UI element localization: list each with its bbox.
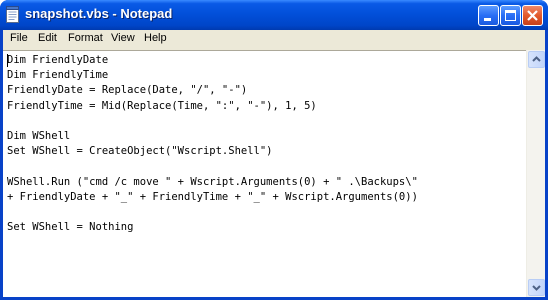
maximize-icon <box>505 10 516 21</box>
menu-view[interactable]: View <box>109 32 137 44</box>
window-title: snapshot.vbs - Notepad <box>25 6 173 21</box>
menu-format[interactable]: Format <box>66 32 105 44</box>
scroll-down-arrow-icon <box>532 285 541 291</box>
scroll-up-arrow-icon <box>532 56 541 62</box>
notepad-document-icon <box>6 6 20 23</box>
notepad-window: snapshot.vbs - Notepad File Edit Format … <box>0 0 548 300</box>
menu-bar: File Edit Format View Help <box>3 30 545 50</box>
close-button[interactable] <box>522 5 543 26</box>
maximize-button[interactable] <box>500 5 521 26</box>
title-bar[interactable]: snapshot.vbs - Notepad <box>0 0 548 30</box>
editor-text[interactable]: Dim FriendlyDate Dim FriendlyTime Friend… <box>7 53 418 235</box>
close-icon <box>527 10 538 21</box>
minimize-icon <box>484 18 491 21</box>
menu-edit[interactable]: Edit <box>36 32 59 44</box>
menu-help[interactable]: Help <box>142 32 169 44</box>
text-editor-area[interactable]: Dim FriendlyDate Dim FriendlyTime Friend… <box>3 50 526 297</box>
minimize-button[interactable] <box>478 5 499 26</box>
vertical-scrollbar[interactable] <box>526 50 545 297</box>
menu-file[interactable]: File <box>8 32 30 44</box>
text-caret <box>7 54 8 67</box>
scroll-up-button[interactable] <box>528 51 545 68</box>
scroll-down-button[interactable] <box>528 279 545 296</box>
